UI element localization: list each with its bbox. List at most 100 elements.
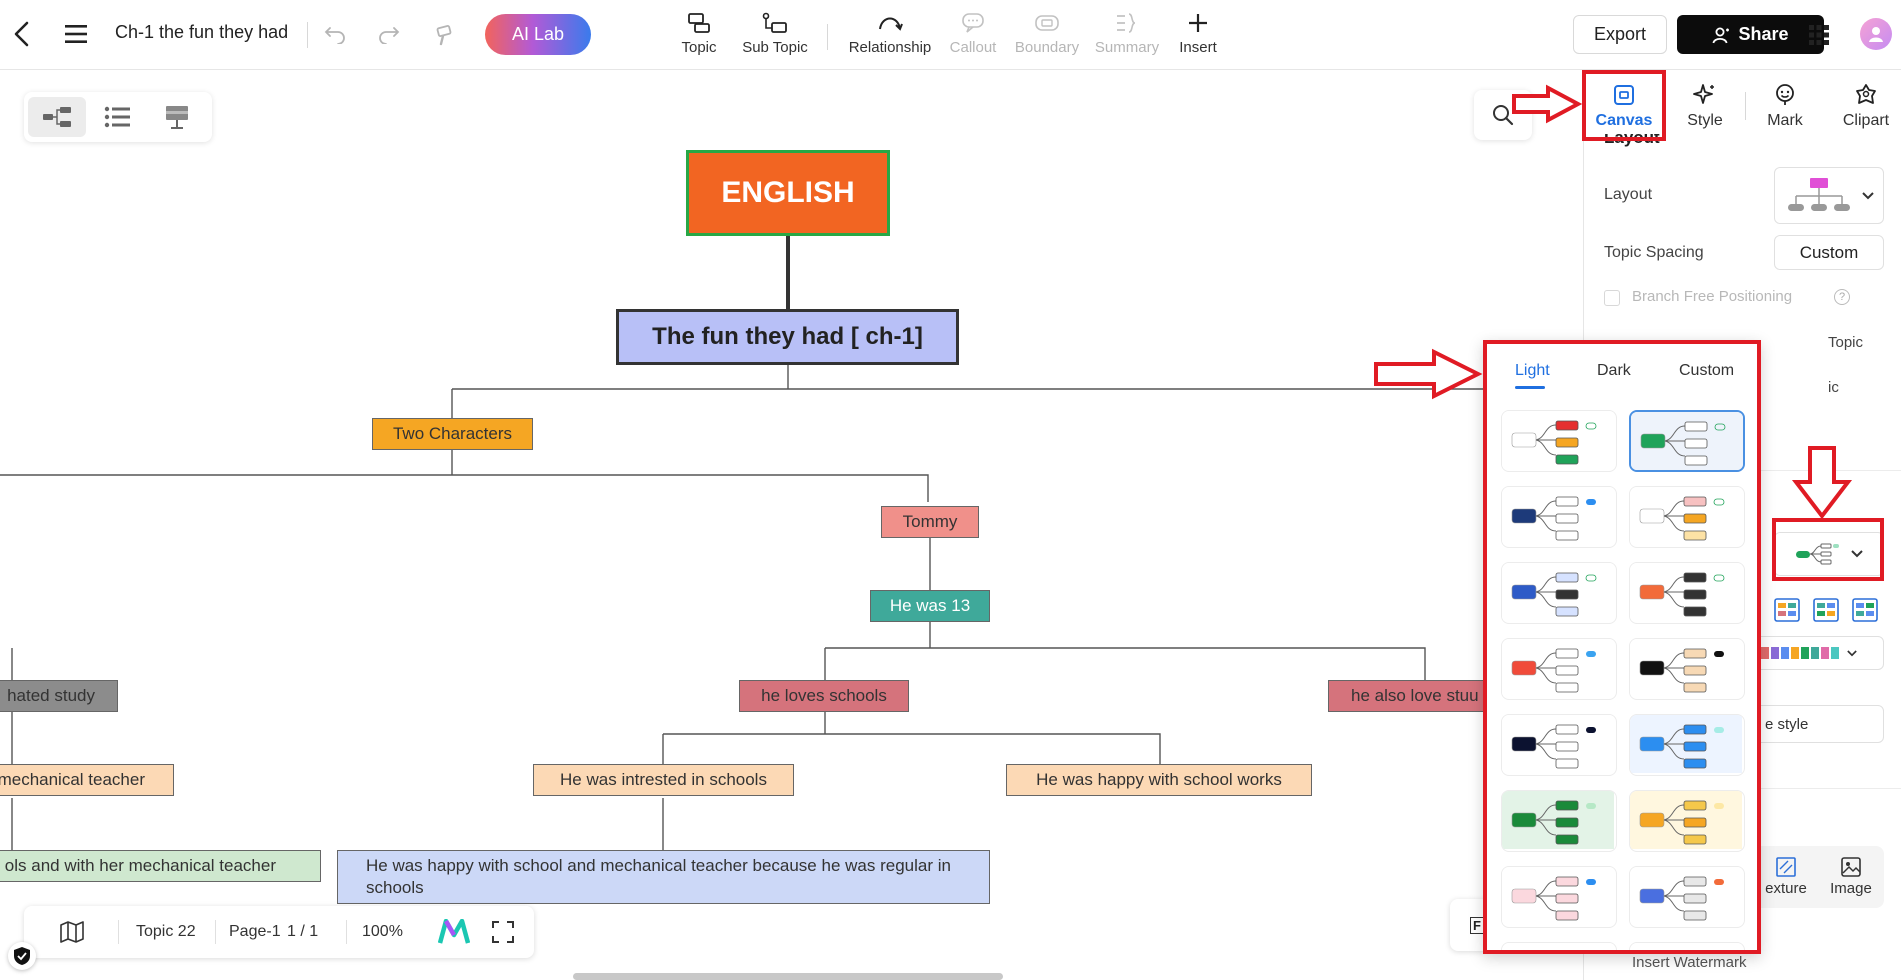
layout-dropdown[interactable] bbox=[1774, 167, 1884, 224]
page-label[interactable]: Page-1 bbox=[229, 906, 281, 958]
theme-thumbnail[interactable] bbox=[1501, 486, 1617, 548]
theme-thumbnail[interactable] bbox=[1629, 790, 1745, 852]
mark-icon bbox=[1772, 82, 1798, 108]
relationship-icon bbox=[877, 10, 903, 36]
reset-style-button[interactable]: e style bbox=[1754, 705, 1884, 743]
document-title[interactable]: Ch-1 the fun they had bbox=[115, 22, 288, 43]
theme-thumbnail[interactable] bbox=[1629, 562, 1745, 624]
color-scheme-icon[interactable] bbox=[1852, 598, 1878, 622]
theme-thumbnail[interactable] bbox=[1501, 410, 1617, 472]
topic-he-was-13[interactable]: He was 13 bbox=[870, 590, 990, 622]
status-divider bbox=[215, 920, 216, 944]
theme-thumbnail[interactable] bbox=[1629, 942, 1745, 950]
topic-ols-mechanical-teacher[interactable]: ols and with her mechanical teacher bbox=[0, 850, 321, 882]
chevron-down-icon bbox=[1847, 649, 1857, 656]
texture-option[interactable]: exture bbox=[1760, 846, 1812, 908]
user-avatar[interactable] bbox=[1860, 18, 1892, 50]
help-icon[interactable]: ? bbox=[1834, 289, 1850, 305]
fullscreen-icon[interactable] bbox=[492, 906, 514, 958]
theme-thumbnail[interactable] bbox=[1501, 790, 1617, 852]
theme-thumbnail[interactable] bbox=[1629, 714, 1745, 776]
tab-style[interactable]: Style bbox=[1665, 78, 1745, 138]
undo-icon[interactable] bbox=[322, 22, 348, 48]
branch-free-label: Branch Free Positioning bbox=[1632, 288, 1793, 305]
topic-hated-study[interactable]: hated study bbox=[0, 680, 118, 712]
topic-tommy[interactable]: Tommy bbox=[881, 506, 979, 538]
zoom-level[interactable]: 100% bbox=[362, 906, 403, 958]
redo-icon[interactable] bbox=[376, 22, 402, 48]
tool-insert-button[interactable]: Insert bbox=[1148, 10, 1248, 65]
subtopic-icon bbox=[762, 10, 788, 36]
tab-canvas[interactable]: Canvas bbox=[1584, 78, 1664, 138]
apps-grid-icon[interactable] bbox=[1806, 22, 1832, 48]
theme-tab-custom[interactable]: Custom bbox=[1679, 362, 1734, 380]
topic-spacing-button[interactable]: Custom bbox=[1774, 235, 1884, 270]
texture-icon bbox=[1776, 857, 1796, 877]
topic-happy-with-mechanical-teacher[interactable]: He was happy with school and mechanical … bbox=[337, 850, 990, 904]
theme-thumbnail[interactable] bbox=[1501, 562, 1617, 624]
main-topic[interactable]: The fun they had [ ch-1] bbox=[616, 309, 959, 365]
topic-happy-school-works[interactable]: He was happy with school works bbox=[1006, 764, 1312, 796]
topic-intrested-in-schools[interactable]: He was intrested in schools bbox=[533, 764, 794, 796]
topic-mechanical-teacher[interactable]: mechanical teacher bbox=[0, 764, 174, 796]
tab-clipart[interactable]: Clipart bbox=[1826, 78, 1901, 138]
status-divider bbox=[118, 920, 119, 944]
tab-label: Style bbox=[1687, 112, 1723, 129]
topic-he-loves-schools[interactable]: he loves schools bbox=[739, 680, 909, 712]
theme-thumbnail[interactable] bbox=[1501, 714, 1617, 776]
callout-icon bbox=[960, 10, 986, 36]
annotation-arrow-right bbox=[1512, 84, 1582, 124]
tab-label: Clipart bbox=[1842, 112, 1890, 129]
boundary-icon bbox=[1034, 10, 1060, 36]
toolbar-divider bbox=[307, 22, 308, 48]
theme-thumbnail[interactable] bbox=[1629, 866, 1745, 928]
theme-thumbnail[interactable] bbox=[1629, 638, 1745, 700]
theme-thumbnail[interactable] bbox=[1501, 942, 1617, 950]
theme-dropdown[interactable] bbox=[1774, 532, 1884, 576]
branch-free-checkbox[interactable] bbox=[1604, 290, 1620, 306]
tool-label: Sub Topic bbox=[742, 39, 808, 56]
color-scheme-icon[interactable] bbox=[1813, 598, 1839, 622]
color-scheme-icon[interactable] bbox=[1774, 598, 1800, 622]
map-overview-icon[interactable] bbox=[60, 906, 84, 958]
color-palette-dropdown[interactable] bbox=[1754, 636, 1884, 670]
ai-lab-button[interactable]: AI Lab bbox=[485, 14, 591, 55]
root-topic[interactable]: ENGLISH bbox=[686, 150, 890, 236]
export-button[interactable]: Export bbox=[1573, 15, 1667, 54]
insert-watermark-label[interactable]: Insert Watermark bbox=[1632, 954, 1746, 971]
background-options: exture Image bbox=[1754, 846, 1884, 908]
toolbar-divider bbox=[827, 24, 828, 50]
theme-thumbnail[interactable] bbox=[1629, 410, 1745, 472]
tool-label: Insert bbox=[1179, 39, 1217, 56]
image-icon bbox=[1841, 857, 1861, 877]
back-arrow-icon[interactable] bbox=[8, 18, 36, 50]
brand-m-icon[interactable] bbox=[438, 906, 470, 958]
topic-icon bbox=[686, 10, 712, 36]
format-painter-icon[interactable] bbox=[432, 22, 458, 48]
theme-thumbnail[interactable] bbox=[1629, 486, 1745, 548]
theme-thumbnail[interactable] bbox=[1501, 866, 1617, 928]
tool-sub-topic-button[interactable]: Sub Topic bbox=[725, 10, 825, 65]
topic-he-also-love[interactable]: he also love stuu bbox=[1328, 680, 1490, 712]
share-button[interactable]: Share bbox=[1677, 15, 1824, 54]
menu-icon[interactable] bbox=[62, 20, 90, 48]
image-option[interactable]: Image bbox=[1822, 846, 1880, 908]
topic-two-characters[interactable]: Two Characters bbox=[372, 418, 533, 450]
theme-tab-dark[interactable]: Dark bbox=[1597, 362, 1631, 380]
tool-label: Topic bbox=[681, 39, 717, 56]
tab-mark[interactable]: Mark bbox=[1745, 78, 1825, 138]
mindmap-canvas[interactable]: ENGLISH The fun they had [ ch-1] Two Cha… bbox=[0, 70, 1583, 980]
active-tab-underline bbox=[1515, 386, 1545, 389]
layout-label: Layout bbox=[1604, 186, 1653, 203]
topic-count: Topic 22 bbox=[136, 923, 196, 940]
theme-thumbnail[interactable] bbox=[1501, 638, 1617, 700]
panel-tab-divider bbox=[1745, 92, 1746, 120]
tab-label: Mark bbox=[1767, 112, 1803, 129]
tool-label: Boundary bbox=[1014, 39, 1080, 56]
partial-option-label: ic bbox=[1828, 379, 1839, 396]
theme-tab-light[interactable]: Light bbox=[1515, 362, 1550, 380]
security-shield-icon[interactable] bbox=[8, 942, 36, 970]
horizontal-scrollbar[interactable] bbox=[573, 973, 1003, 980]
texture-label: exture bbox=[1765, 880, 1807, 897]
theme-preview-icon bbox=[1796, 543, 1839, 565]
